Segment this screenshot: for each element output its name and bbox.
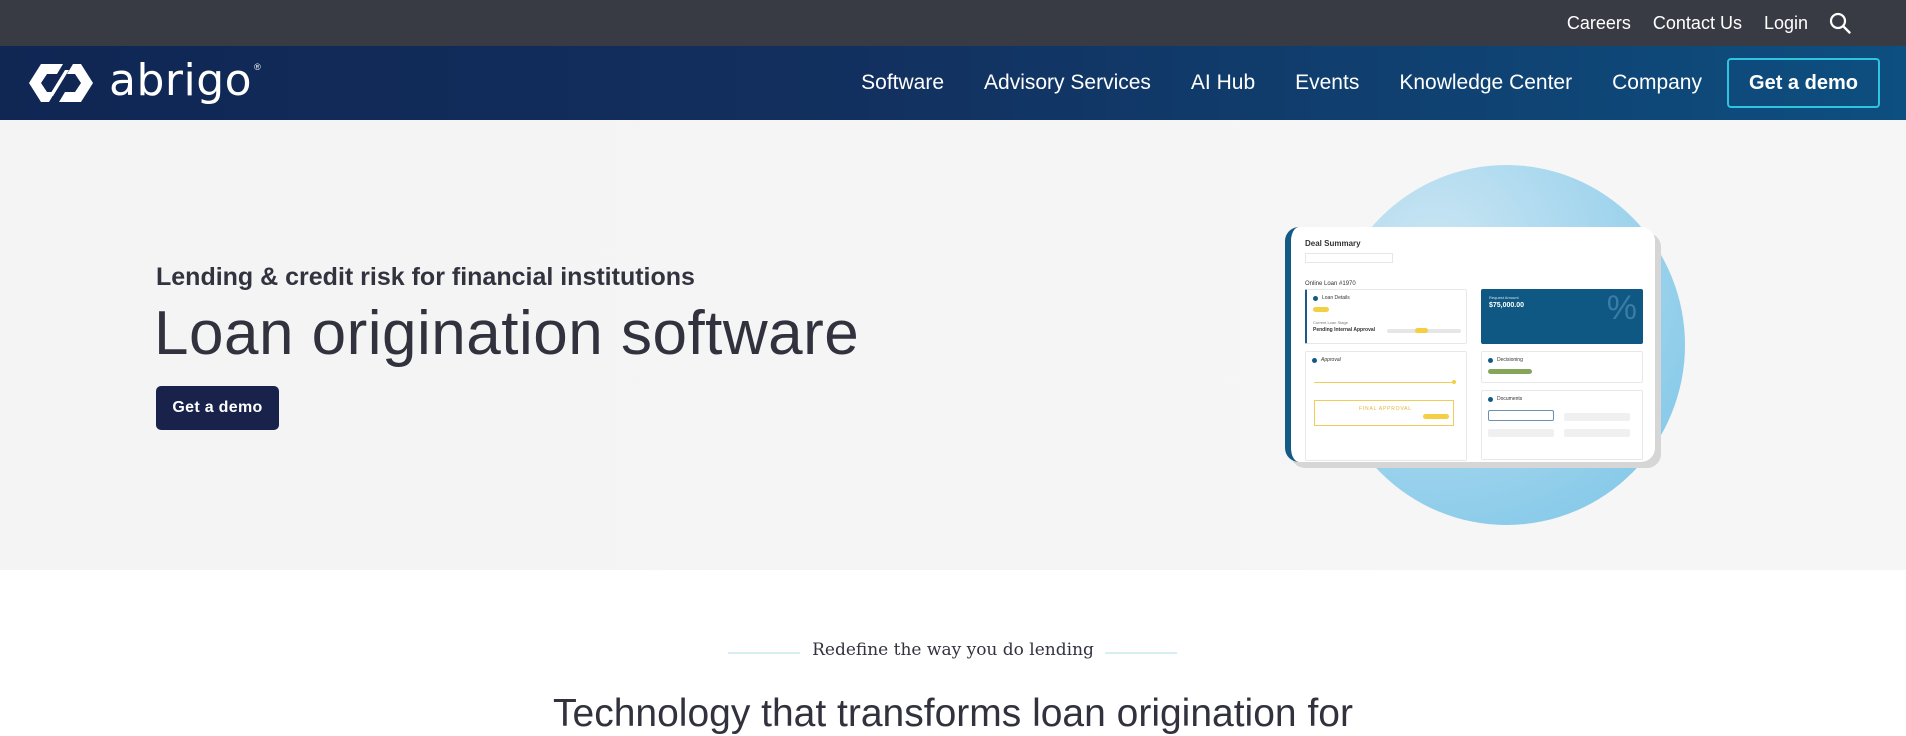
status-dot (1313, 296, 1318, 301)
decisioning-label: Decisioning (1497, 357, 1523, 363)
final-approval-label: FINAL APPROVAL (1359, 406, 1412, 412)
nav-item-ai-hub[interactable]: AI Hub (1191, 71, 1255, 95)
decisioning-panel: Decisioning (1481, 351, 1643, 383)
nav-get-a-demo-button[interactable]: Get a demo (1727, 58, 1880, 108)
logo-wordmark: abrigo (109, 55, 253, 106)
registered-mark: ® (254, 62, 261, 72)
eyebrow-divider-right (1105, 652, 1177, 654)
approval-panel: Approval FINAL APPROVAL (1305, 351, 1467, 461)
utility-links: Careers Contact Us Login (1567, 0, 1852, 46)
nav-item-knowledge-center[interactable]: Knowledge Center (1399, 71, 1572, 95)
current-stage: Pending Internal Approval (1313, 327, 1376, 333)
status-dot (1312, 358, 1317, 363)
loan-details-panel: Loan Details Current Loan Stage Pending … (1305, 289, 1467, 344)
yellow-pill (1313, 307, 1329, 312)
approval-line (1314, 382, 1454, 383)
document-slot (1564, 413, 1630, 421)
careers-link[interactable]: Careers (1567, 13, 1631, 34)
section-heading: Technology that transforms loan originat… (553, 692, 1353, 735)
contact-us-link[interactable]: Contact Us (1653, 13, 1742, 34)
documents-panel: Documents (1481, 390, 1643, 460)
card-field (1305, 253, 1393, 263)
hero-illustration: Deal Summary Online Loan #1970 Loan Deta… (1285, 165, 1685, 525)
approval-label: Approval (1321, 357, 1341, 363)
status-dot (1488, 358, 1493, 363)
stage-bar-fill (1415, 328, 1428, 333)
deal-summary-card: Deal Summary Online Loan #1970 Loan Deta… (1285, 227, 1655, 462)
main-nav: abrigo ® Software Advisory Services AI H… (0, 46, 1906, 120)
hero-section: Lending & credit risk for financial inst… (0, 120, 1906, 570)
nav-menu: Software Advisory Services AI Hub Events… (861, 46, 1702, 120)
hero-eyebrow: Lending & credit risk for financial inst… (156, 263, 695, 291)
utility-bar: Careers Contact Us Login (0, 0, 1906, 46)
request-amount: $75,000.00 (1489, 302, 1525, 309)
decisioning-bar (1488, 369, 1532, 374)
nav-item-company[interactable]: Company (1612, 71, 1702, 95)
approval-marker (1452, 380, 1456, 384)
search-icon[interactable] (1828, 11, 1852, 35)
nav-item-advisory-services[interactable]: Advisory Services (984, 71, 1151, 95)
document-slot (1488, 429, 1554, 437)
request-amount-label: Request Amount (1489, 295, 1519, 300)
page-title: Loan origination software (154, 299, 860, 368)
nav-item-events[interactable]: Events (1295, 71, 1359, 95)
document-slot (1488, 410, 1554, 421)
nav-item-software[interactable]: Software (861, 71, 944, 95)
section-eyebrow: Redefine the way you do lending (812, 640, 1094, 660)
document-slot (1564, 429, 1630, 437)
loan-label: Online Loan #1970 (1305, 281, 1356, 287)
loan-details-label: Loan Details (1322, 295, 1350, 301)
percent-icon: % (1606, 289, 1637, 327)
abrigo-logo-mark-icon (29, 64, 93, 102)
final-approval-box: FINAL APPROVAL (1314, 400, 1454, 426)
final-approval-pill (1423, 414, 1449, 419)
documents-label: Documents (1497, 396, 1523, 402)
status-dot (1488, 397, 1493, 402)
current-stage-label: Current Loan Stage (1313, 320, 1348, 325)
intro-section: Redefine the way you do lending Technolo… (0, 570, 1906, 735)
login-link[interactable]: Login (1764, 13, 1808, 34)
abrigo-logo[interactable]: abrigo ® (25, 58, 271, 108)
card-title: Deal Summary (1305, 239, 1361, 248)
hero-get-a-demo-button[interactable]: Get a demo (156, 386, 279, 430)
request-amount-panel: Request Amount $75,000.00 % (1481, 289, 1643, 344)
